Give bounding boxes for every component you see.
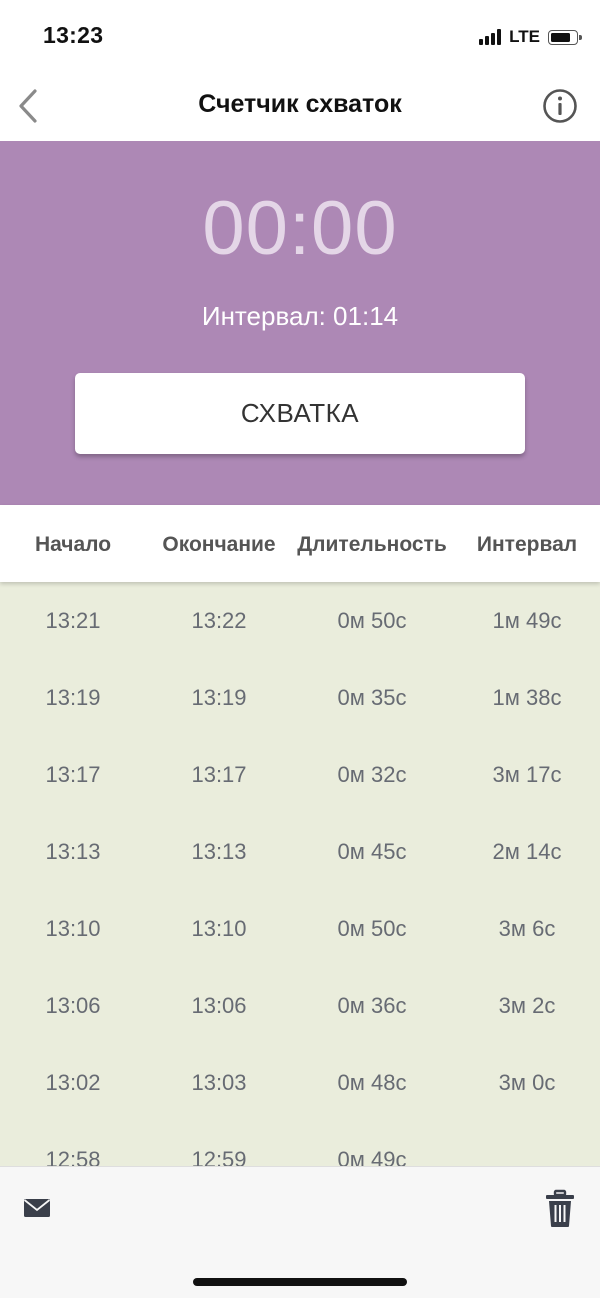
cell-start: 13:10 bbox=[45, 916, 101, 941]
cell-duration: 0м 45с bbox=[337, 839, 407, 864]
column-header-start: Начало bbox=[34, 533, 112, 556]
cell-interval: 1м 49с bbox=[492, 608, 562, 633]
cell-duration: 0м 48с bbox=[337, 1070, 407, 1095]
column-header-interval: Интервал bbox=[476, 533, 578, 556]
current-interval: Интервал: 01:14 bbox=[201, 301, 399, 331]
table-row: 12:58 12:59 0м 49с bbox=[0, 1121, 600, 1166]
cell-end: 12:59 bbox=[191, 1147, 247, 1166]
cell-interval: 3м 2с bbox=[498, 993, 556, 1018]
table-row: 13:19 13:19 0м 35с 1м 38с bbox=[0, 659, 600, 736]
table-row: 13:06 13:06 0м 36с 3м 2с bbox=[0, 967, 600, 1044]
home-indicator bbox=[193, 1278, 407, 1286]
table-row: 13:10 13:10 0м 50с 3м 6с bbox=[0, 890, 600, 967]
cell-end: 13:03 bbox=[191, 1070, 247, 1095]
cell-interval: 3м 0с bbox=[498, 1070, 556, 1095]
network-type: LTE bbox=[509, 27, 540, 46]
share-email-button[interactable] bbox=[22, 1195, 56, 1225]
cell-duration: 0м 32с bbox=[337, 762, 407, 787]
cell-start: 13:21 bbox=[45, 608, 101, 633]
timer-display: 00:00 bbox=[202, 186, 398, 271]
table-row: 13:21 13:22 0м 50с 1м 49с bbox=[0, 582, 600, 659]
status-bar: 13:23 LTE bbox=[0, 0, 600, 72]
status-time: 13:23 bbox=[43, 22, 104, 48]
info-circle-icon bbox=[543, 89, 577, 123]
cell-start: 13:17 bbox=[45, 762, 101, 787]
cell-interval: 1м 38с bbox=[492, 685, 562, 710]
trash-icon bbox=[546, 1189, 574, 1227]
page-title: Счетчик схваток bbox=[198, 90, 402, 118]
envelope-icon bbox=[23, 1199, 51, 1217]
cell-end: 13:06 bbox=[191, 993, 247, 1018]
cell-end: 13:17 bbox=[191, 762, 247, 787]
timer-panel: 00:00 Интервал: 01:14 СХВАТКА bbox=[0, 141, 600, 505]
cell-start: 12:58 bbox=[45, 1147, 101, 1166]
cell-duration: 0м 49с bbox=[337, 1147, 407, 1166]
contraction-button[interactable]: СХВАТКА bbox=[75, 373, 525, 454]
column-header-duration: Длительность bbox=[297, 533, 447, 556]
cell-interval: 3м 17с bbox=[492, 762, 562, 787]
bottom-toolbar bbox=[0, 1166, 600, 1298]
delete-all-button[interactable] bbox=[544, 1189, 576, 1229]
cell-end: 13:13 bbox=[191, 839, 247, 864]
cell-duration: 0м 35с bbox=[337, 685, 407, 710]
cell-end: 13:19 bbox=[191, 685, 247, 710]
table-row: 13:02 13:03 0м 48с 3м 0с bbox=[0, 1044, 600, 1121]
cell-duration: 0м 36с bbox=[337, 993, 407, 1018]
battery-icon bbox=[548, 29, 582, 45]
info-button[interactable] bbox=[542, 88, 578, 124]
cell-duration: 0м 50с bbox=[337, 916, 407, 941]
cell-start: 13:02 bbox=[45, 1070, 101, 1095]
cell-start: 13:13 bbox=[45, 839, 101, 864]
cell-interval: 2м 14с bbox=[492, 839, 562, 864]
table-row: 13:17 13:17 0м 32с 3м 17с bbox=[0, 736, 600, 813]
cell-duration: 0м 50с bbox=[337, 608, 407, 633]
contractions-list[interactable]: 13:21 13:22 0м 50с 1м 49с 13:19 13:19 0м… bbox=[0, 582, 600, 1166]
cell-start: 13:19 bbox=[45, 685, 101, 710]
table-header: Начало Окончание Длительность Интервал bbox=[0, 505, 600, 582]
column-header-end: Окончание bbox=[162, 533, 276, 556]
cell-start: 13:06 bbox=[45, 993, 101, 1018]
signal-icon bbox=[479, 29, 502, 45]
cell-interval: 3м 6с bbox=[498, 916, 556, 941]
navigation-bar: Счетчик схваток bbox=[0, 72, 600, 141]
cell-end: 13:22 bbox=[191, 608, 247, 633]
table-row: 13:13 13:13 0м 45с 2м 14с bbox=[0, 813, 600, 890]
cell-end: 13:10 bbox=[191, 916, 247, 941]
status-indicators: LTE bbox=[479, 26, 582, 48]
